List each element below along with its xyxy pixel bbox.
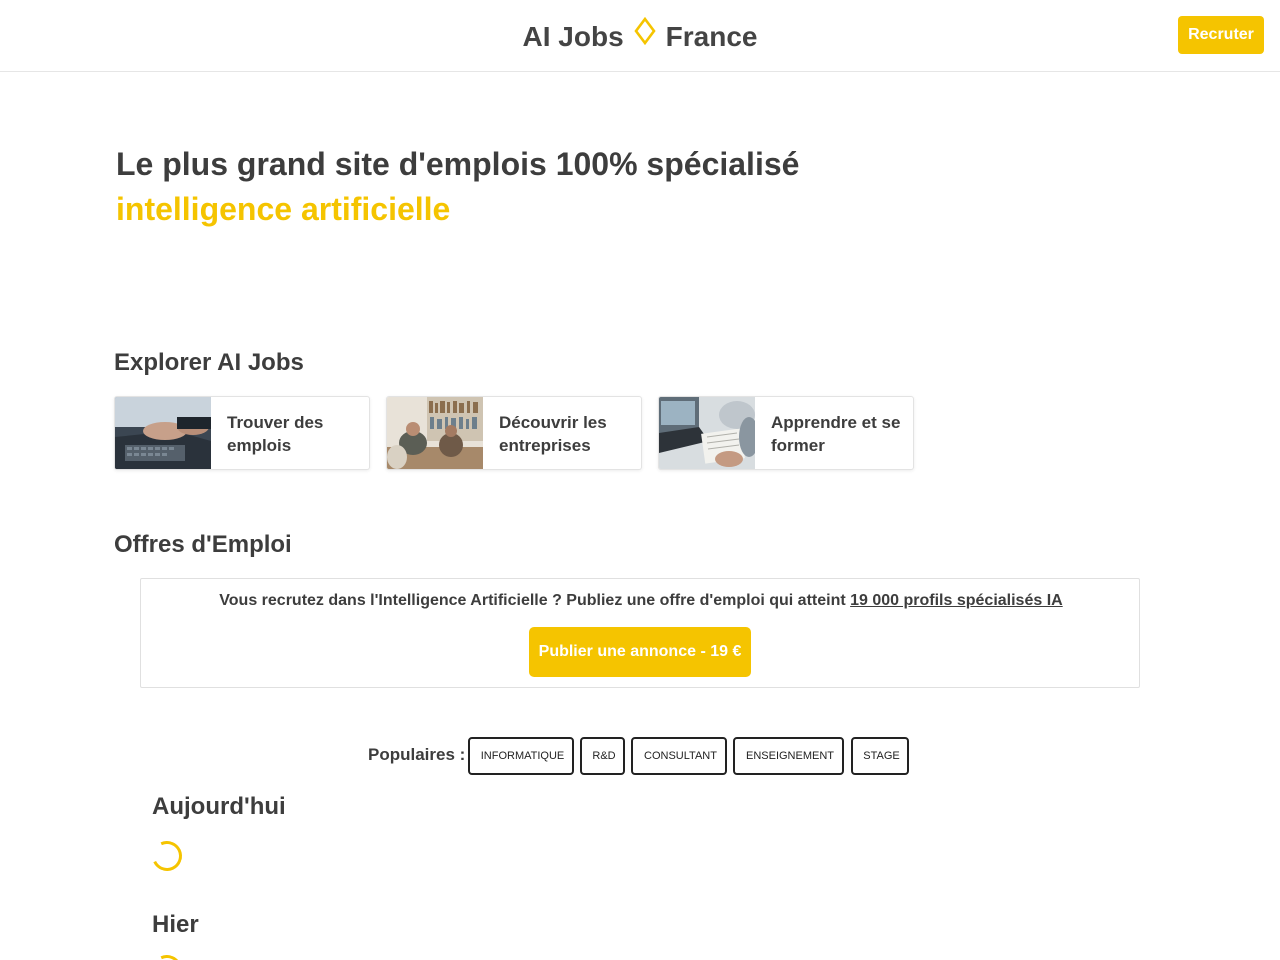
tag-consultant[interactable]: CONSULTANT <box>631 737 727 775</box>
hero-highlight: intelligence artificielle <box>116 191 451 227</box>
tag-stage[interactable]: STAGE <box>851 737 909 775</box>
tag-label: CONSULTANT <box>644 750 717 762</box>
brand-name: AI Jobs <box>522 21 624 52</box>
promo-message: Vous recrutez dans l'Intelligence Artifi… <box>219 592 846 609</box>
study-desk-image <box>659 397 755 469</box>
yesterday-heading: Hier <box>152 911 199 938</box>
recruiter-promo-box: Vous recrutez dans l'Intelligence Artifi… <box>140 578 1140 688</box>
laptop-typing-image <box>115 397 211 469</box>
diamond-icon <box>634 16 656 54</box>
recruit-button[interactable]: Recruter <box>1178 16 1264 54</box>
loading-spinner-icon <box>147 836 187 876</box>
tag-rd[interactable]: R&D <box>580 737 625 775</box>
loading-spinner-icon <box>147 950 187 960</box>
promo-text: Vous recrutez dans l'Intelligence Artifi… <box>141 591 1141 611</box>
explore-card-jobs[interactable]: Trouver des emplois <box>114 396 370 470</box>
explore-card-learning[interactable]: Apprendre et se former <box>658 396 914 470</box>
tag-informatique[interactable]: INFORMATIQUE <box>468 737 574 775</box>
tag-label: R&D <box>592 750 616 762</box>
site-logo[interactable]: AI Jobs France <box>0 16 1280 57</box>
top-navbar: AI Jobs France Recruter <box>0 0 1280 72</box>
tag-enseignement[interactable]: ENSEIGNEMENT <box>733 737 844 775</box>
profiles-link[interactable]: 19 000 profils spécialisés IA <box>850 592 1063 609</box>
popular-label: Populaires : <box>368 745 466 764</box>
tag-label: ENSEIGNEMENT <box>745 750 834 762</box>
brand-country: France <box>665 21 758 52</box>
tag-label: STAGE <box>863 750 900 762</box>
tag-label: INFORMATIQUE <box>480 750 565 762</box>
card-label: Découvrir les entreprises <box>499 413 607 455</box>
card-label: Apprendre et se former <box>771 413 901 455</box>
publish-job-button[interactable]: Publier une annonce - 19 € <box>529 627 751 677</box>
explore-card-companies[interactable]: Découvrir les entreprises <box>386 396 642 470</box>
office-team-image <box>387 397 483 469</box>
offers-section-title: Offres d'Emploi <box>114 531 292 558</box>
hero-title: Le plus grand site d'emplois 100% spécia… <box>116 146 800 182</box>
explore-section-title: Explorer AI Jobs <box>114 349 304 376</box>
card-label: Trouver des emplois <box>227 413 324 455</box>
today-heading: Aujourd'hui <box>152 793 286 820</box>
